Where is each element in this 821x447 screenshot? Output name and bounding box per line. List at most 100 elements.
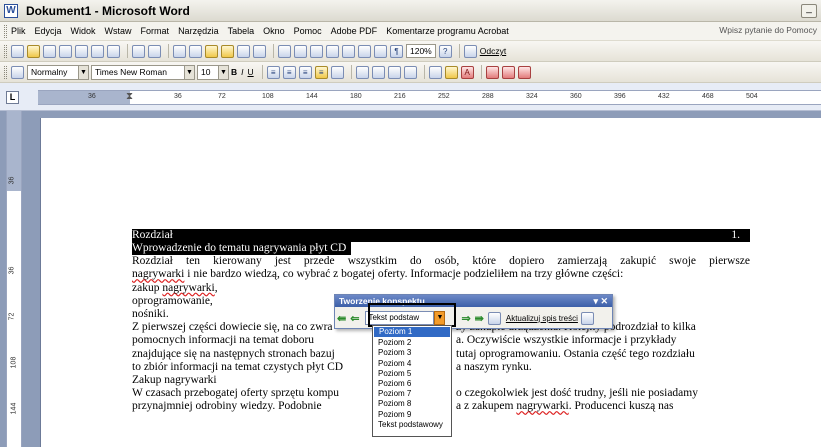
toolbar-grip[interactable] xyxy=(4,65,7,79)
font-color-icon[interactable]: A xyxy=(460,65,474,79)
line-text: W czasach przebogatej oferty sprzętu kom… xyxy=(132,387,340,400)
underline-button[interactable]: U xyxy=(248,67,254,77)
menu-edycja[interactable]: Edycja xyxy=(35,26,62,36)
undo-icon[interactable] xyxy=(237,44,250,58)
dropdown-option-poziom-1[interactable]: Poziom 1 xyxy=(374,327,450,338)
ruler-mark: 216 xyxy=(394,93,406,100)
menu-pomoc[interactable]: Pomoc xyxy=(294,26,322,36)
dropdown-option-poziom-3[interactable]: Poziom 3 xyxy=(373,348,451,358)
styles-formatting-icon[interactable] xyxy=(11,65,24,79)
align-left-icon[interactable]: ≡ xyxy=(266,65,280,79)
menu-wstaw[interactable]: Wstaw xyxy=(105,26,132,36)
style-select[interactable]: Normalny ▼ xyxy=(27,64,89,80)
menu-adobe-pdf[interactable]: Adobe PDF xyxy=(331,26,378,36)
tables-borders-icon[interactable] xyxy=(294,44,307,58)
insert-table-icon[interactable] xyxy=(310,44,323,58)
bullets-icon[interactable] xyxy=(371,65,385,79)
line-text: tutaj oprogramowaniu. Ostania część tego… xyxy=(456,347,695,360)
menu-tabela[interactable]: Tabela xyxy=(228,26,255,36)
menu-narzedzia[interactable]: Narzędzia xyxy=(178,26,219,36)
italic-button[interactable]: I xyxy=(241,67,243,77)
highlight-icon[interactable] xyxy=(444,65,458,79)
decrease-indent-icon[interactable] xyxy=(387,65,401,79)
close-icon[interactable]: ▾ ✕ xyxy=(593,295,608,307)
print-preview-icon[interactable] xyxy=(107,44,120,58)
numbering-icon[interactable] xyxy=(355,65,369,79)
format-painter-icon[interactable] xyxy=(221,44,234,58)
toolbar-grip[interactable] xyxy=(4,44,7,58)
dropdown-option-poziom-9[interactable]: Poziom 9 xyxy=(373,410,451,420)
update-toc-button[interactable]: Aktualizuj spis treści xyxy=(506,314,578,323)
new-document-icon[interactable] xyxy=(11,44,24,58)
paste-icon[interactable] xyxy=(205,44,218,58)
bold-button[interactable]: B xyxy=(231,67,237,77)
help-question-box[interactable]: Wpisz pytanie do Pomocy xyxy=(719,25,817,35)
menu-plik[interactable]: Plik xyxy=(11,26,26,36)
copy-icon[interactable] xyxy=(189,44,202,58)
toolbar-separator xyxy=(350,65,352,79)
menu-format[interactable]: Format xyxy=(141,26,170,36)
update-toc-icon[interactable] xyxy=(487,311,501,325)
dropdown-option-tekst-podstawowy[interactable]: Tekst podstawowy xyxy=(373,420,451,430)
chevron-down-icon[interactable]: ▼ xyxy=(218,65,228,79)
menu-okno[interactable]: Okno xyxy=(263,26,285,36)
spelling-icon[interactable] xyxy=(132,44,145,58)
zoom-select[interactable]: 120% xyxy=(406,44,436,58)
horizontal-ruler[interactable]: ⧗ 36 36 72 108 144 180 216 252 288 324 3… xyxy=(38,90,821,105)
word-app-icon[interactable]: W xyxy=(4,3,18,18)
align-right-icon[interactable]: ≡ xyxy=(298,65,312,79)
toolbar-separator xyxy=(458,44,460,58)
dropdown-option-poziom-4[interactable]: Poziom 4 xyxy=(373,359,451,369)
highlight-frame xyxy=(368,303,456,327)
promote-to-heading-icon[interactable]: ⇚ xyxy=(337,312,346,325)
borders-icon[interactable] xyxy=(428,65,442,79)
drawing-icon[interactable] xyxy=(358,44,371,58)
dropdown-option-poziom-5[interactable]: Poziom 5 xyxy=(373,369,451,379)
acrobat-convert-icon[interactable] xyxy=(485,65,499,79)
demote-to-body-icon[interactable]: ⇛ xyxy=(475,312,484,325)
insert-excel-icon[interactable] xyxy=(326,44,339,58)
heading-section: Wprowadzenie do tematu nagrywania płyt C… xyxy=(132,242,352,256)
cut-icon[interactable] xyxy=(173,44,186,58)
read-button[interactable]: Odczyt xyxy=(480,46,506,56)
dropdown-option-poziom-2[interactable]: Poziom 2 xyxy=(373,338,451,348)
line-spacing-icon[interactable] xyxy=(330,65,344,79)
acrobat-review-icon[interactable] xyxy=(517,65,531,79)
print-icon[interactable] xyxy=(91,44,104,58)
document-map-icon[interactable] xyxy=(374,44,387,58)
dropdown-option-poziom-7[interactable]: Poziom 7 xyxy=(373,389,451,399)
dropdown-option-poziom-8[interactable]: Poziom 8 xyxy=(373,399,451,409)
show-hide-icon[interactable]: ¶ xyxy=(390,44,403,58)
redo-icon[interactable] xyxy=(253,44,266,58)
help-icon[interactable]: ? xyxy=(438,44,452,58)
chevron-down-icon[interactable]: ▼ xyxy=(78,65,88,79)
tab-selector[interactable]: L xyxy=(6,91,19,104)
demote-icon[interactable]: ⇒ xyxy=(461,312,470,325)
goto-toc-icon[interactable] xyxy=(580,311,594,325)
justify-icon[interactable]: ≡ xyxy=(314,65,328,79)
minimize-button[interactable]: _ xyxy=(801,4,817,18)
menu-widok[interactable]: Widok xyxy=(71,26,96,36)
save-icon[interactable] xyxy=(43,44,56,58)
research-icon[interactable] xyxy=(148,44,161,58)
menu-grip[interactable] xyxy=(4,24,7,38)
dropdown-option-poziom-6[interactable]: Poziom 6 xyxy=(373,379,451,389)
title-bar: W Dokument1 - Microsoft Word _ xyxy=(0,0,821,22)
columns-icon[interactable] xyxy=(342,44,355,58)
chevron-down-icon[interactable]: ▼ xyxy=(184,65,194,79)
font-size-select[interactable]: 10 ▼ xyxy=(197,64,229,80)
increase-indent-icon[interactable] xyxy=(403,65,417,79)
open-folder-icon[interactable] xyxy=(27,44,40,58)
email-icon[interactable] xyxy=(75,44,88,58)
font-select[interactable]: Times New Roman ▼ xyxy=(91,64,195,80)
align-center-icon[interactable]: ≡ xyxy=(282,65,296,79)
read-icon[interactable] xyxy=(463,44,477,58)
hyperlink-icon[interactable] xyxy=(278,44,291,58)
line-text: przynajmniej odrobiny wiedzy. Podobnie xyxy=(132,400,322,413)
promote-icon[interactable]: ⇐ xyxy=(350,312,359,325)
indent-marker-icon[interactable]: ⧗ xyxy=(126,91,133,102)
vertical-ruler[interactable]: 36 36 72 108 144 xyxy=(6,111,22,447)
permission-icon[interactable] xyxy=(59,44,72,58)
acrobat-email-icon[interactable] xyxy=(501,65,515,79)
menu-komentarze-acrobat[interactable]: Komentarze programu Acrobat xyxy=(386,26,509,36)
